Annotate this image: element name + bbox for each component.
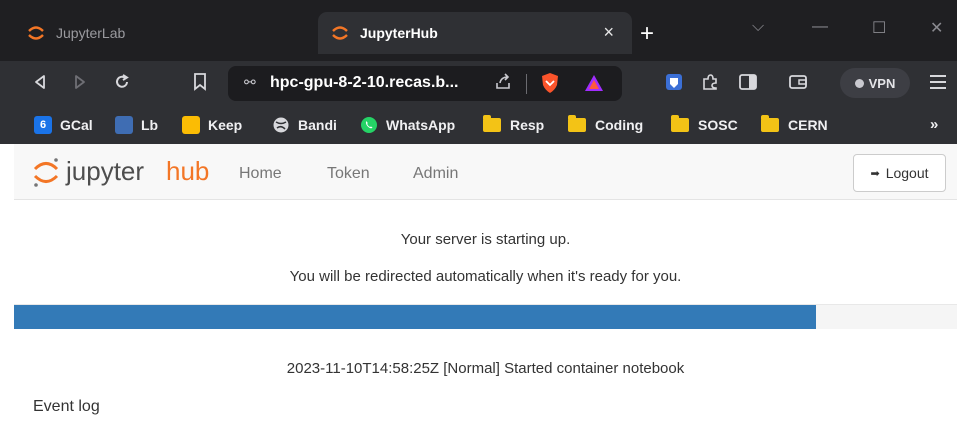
- nav-token[interactable]: Token: [327, 165, 370, 183]
- new-tab-button[interactable]: +: [640, 22, 654, 46]
- address-bar[interactable]: ⚯ hpc-gpu-8-2-10.recas.b...: [228, 66, 622, 101]
- logout-button[interactable]: ➡ Logout: [853, 154, 946, 192]
- bookmark-lb[interactable]: Lb: [115, 114, 158, 136]
- bookmark-label: Resp: [510, 117, 545, 133]
- extensions-puzzle-icon[interactable]: [698, 70, 722, 94]
- bookmark-folder-resp[interactable]: Resp: [483, 114, 544, 136]
- bookmark-folder-sosc[interactable]: SOSC: [671, 114, 738, 136]
- maximize-icon[interactable]: ☐: [872, 18, 886, 38]
- minimize-icon[interactable]: —: [812, 18, 828, 36]
- bookmark-folder-coding[interactable]: Coding: [568, 114, 643, 136]
- bookmark-label: CERN: [788, 117, 828, 133]
- brave-rewards-icon[interactable]: [584, 74, 604, 97]
- logout-label: Logout: [885, 165, 929, 181]
- jupyter-favicon-icon: [332, 26, 348, 40]
- brave-shields-icon[interactable]: [540, 72, 560, 99]
- forward-icon[interactable]: [68, 70, 92, 94]
- reload-icon[interactable]: [110, 70, 134, 94]
- bookmark-keep[interactable]: Keep: [182, 114, 242, 136]
- bookmark-whatsapp[interactable]: WhatsApp: [360, 114, 455, 136]
- logo-text-hub: hub: [166, 156, 209, 186]
- window-close-icon[interactable]: ✕: [930, 18, 943, 38]
- site-settings-icon[interactable]: ⚯: [244, 74, 256, 91]
- lb-icon: [115, 116, 133, 134]
- bookmark-label: WhatsApp: [386, 117, 456, 133]
- vpn-label: VPN: [868, 75, 896, 91]
- bookmark-folder-cern[interactable]: CERN: [761, 114, 828, 136]
- bookmarks-bar: 6 GCal Lb Keep Bandi WhatsApp Resp Codin…: [0, 106, 957, 144]
- jupyterhub-logo[interactable]: jupyter hub: [32, 155, 232, 189]
- jupyter-favicon-icon: [28, 26, 44, 40]
- wallet-icon[interactable]: [786, 70, 810, 94]
- bookmark-label: Lb: [141, 117, 159, 133]
- tab-title: JupyterLab: [56, 25, 126, 41]
- browser-tab-bar: JupyterLab JupyterHub × + ⌵ — ☐ ✕: [0, 0, 957, 61]
- share-icon[interactable]: [494, 73, 512, 96]
- event-log-toggle[interactable]: Event log: [33, 398, 100, 416]
- close-tab-icon[interactable]: ×: [603, 22, 614, 43]
- globe-icon: [273, 117, 289, 133]
- folder-icon: [761, 115, 779, 132]
- logout-icon: ➡: [870, 167, 880, 180]
- bookmark-gcal[interactable]: 6 GCal: [34, 114, 93, 136]
- sidebar-toggle-icon[interactable]: [736, 70, 760, 94]
- tab-search-icon[interactable]: ⌵: [752, 18, 764, 36]
- whatsapp-icon: [361, 117, 377, 133]
- progress-bar: [14, 304, 957, 329]
- keep-icon: [182, 116, 200, 134]
- url-separator: [526, 74, 527, 94]
- more-bookmarks-icon[interactable]: »: [930, 116, 938, 133]
- progress-fill: [14, 305, 816, 329]
- vpn-button[interactable]: VPN: [840, 68, 910, 98]
- browser-toolbar: ⚯ hpc-gpu-8-2-10.recas.b... VPN: [0, 61, 957, 106]
- vpn-status-icon: [854, 78, 864, 88]
- back-icon[interactable]: [28, 70, 52, 94]
- tab-jupyterhub[interactable]: JupyterHub ×: [318, 12, 632, 54]
- bookmark-label: Coding: [595, 117, 644, 133]
- bookmark-label: GCal: [60, 117, 93, 133]
- bookmark-label: SOSC: [698, 117, 738, 133]
- bookmark-label: Bandi: [298, 117, 337, 133]
- calendar-icon: 6: [34, 116, 52, 134]
- folder-icon: [568, 115, 586, 132]
- redirect-message: You will be redirected automatically whe…: [289, 268, 682, 285]
- nav-home[interactable]: Home: [239, 165, 282, 183]
- bookmark-label: Keep: [208, 117, 243, 133]
- tab-jupyterlab[interactable]: JupyterLab: [18, 12, 314, 54]
- tab-title: JupyterHub: [360, 25, 438, 41]
- starting-message: Your server is starting up.: [400, 231, 571, 248]
- jupyterhub-navbar: jupyter hub Home Token Admin ➡ Logout: [14, 144, 957, 200]
- url-text: hpc-gpu-8-2-10.recas.b...: [270, 74, 459, 91]
- bookmark-bandi[interactable]: Bandi: [272, 114, 337, 136]
- extension-bitwarden-icon[interactable]: [662, 70, 686, 94]
- folder-icon: [483, 115, 501, 132]
- progress-event-message: 2023-11-10T14:58:25Z [Normal] Started co…: [286, 360, 685, 377]
- folder-icon: [671, 115, 689, 132]
- bookmark-icon[interactable]: [188, 70, 212, 94]
- logo-text-jupyter: jupyter: [65, 156, 144, 186]
- menu-icon[interactable]: [926, 70, 950, 94]
- nav-admin[interactable]: Admin: [413, 165, 458, 183]
